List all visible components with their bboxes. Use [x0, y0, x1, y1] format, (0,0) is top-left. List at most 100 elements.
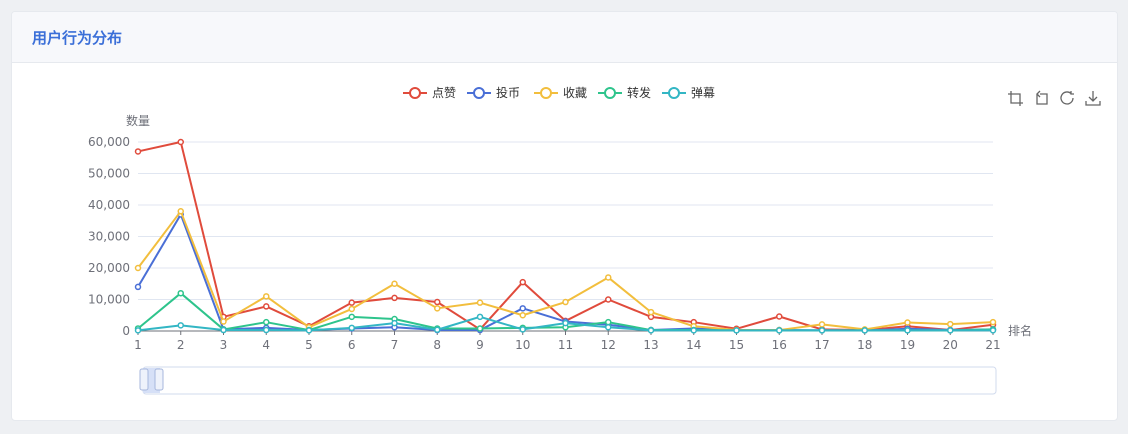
data-point — [605, 296, 612, 303]
data-point — [776, 313, 783, 320]
line-chart: 0 10,000 20,000 30,000 40,000 50,000 60,000 数量 1… — [88, 85, 1101, 395]
download-icon[interactable] — [1085, 91, 1101, 106]
data-point — [605, 318, 612, 326]
data-point — [647, 327, 655, 334]
x-tick-label: 3 — [220, 338, 228, 352]
legend-item[interactable]: 投币 — [496, 85, 520, 100]
legend-swatch-marker[interactable] — [668, 87, 680, 99]
zoom-icon[interactable] — [1008, 91, 1023, 106]
data-point — [348, 299, 355, 306]
x-tick-label: 19 — [900, 338, 915, 352]
data-point — [391, 294, 398, 302]
series-line-投币 — [137, 213, 994, 332]
zoom-reset-icon-shape — [1036, 90, 1048, 105]
data-point — [263, 326, 270, 334]
x-tick-label: 2 — [177, 338, 185, 352]
x-tick-label: 10 — [515, 338, 530, 352]
data-point — [305, 327, 313, 334]
data-point — [562, 319, 569, 327]
data-point — [818, 321, 826, 328]
data-point — [605, 274, 612, 281]
legend-item[interactable]: 收藏 — [563, 86, 587, 100]
zoom-reset-icon[interactable] — [1036, 90, 1048, 105]
legend-item[interactable]: 弹幕 — [691, 86, 715, 100]
data-point — [861, 327, 868, 334]
data-point — [177, 322, 184, 329]
data-point — [519, 312, 526, 319]
chart-card: 用户行为分布 0 10,000 20,000 30,000 40,000 50,000 60… — [11, 11, 1118, 421]
data-point — [263, 303, 270, 310]
legend-item[interactable]: 点赞 — [432, 86, 456, 100]
x-tick-label: 1 — [134, 338, 142, 352]
x-tick-label: 9 — [476, 338, 484, 352]
datazoom-track[interactable] — [142, 366, 997, 395]
x-tick-label: 16 — [772, 338, 787, 352]
data-point — [263, 318, 270, 326]
x-tick-label: 8 — [433, 338, 441, 352]
data-point — [947, 320, 954, 328]
datazoom-handle-left[interactable] — [139, 368, 149, 391]
x-axis-label: 排名 — [1008, 323, 1032, 338]
data-point — [177, 138, 184, 146]
data-point — [947, 327, 954, 334]
data-point — [989, 327, 997, 334]
data-point — [605, 323, 612, 331]
data-point — [177, 289, 184, 297]
x-tick-label: 20 — [943, 338, 958, 352]
data-point — [989, 318, 997, 326]
x-tick-label: 18 — [857, 338, 872, 352]
data-point — [476, 325, 484, 332]
data-point — [434, 305, 441, 312]
y-tick-label: 60,000 — [88, 135, 130, 149]
y-tick-label: 40,000 — [88, 198, 130, 212]
y-axis-label: 数量 — [126, 113, 150, 128]
x-tick-label: 5 — [305, 338, 313, 352]
datazoom-handle-right[interactable] — [154, 368, 164, 391]
data-point — [647, 308, 655, 316]
data-point — [519, 305, 526, 312]
data-point — [476, 299, 484, 306]
data-point — [519, 278, 526, 286]
legend-swatch-marker[interactable] — [409, 87, 421, 99]
y-tick-label: 0 — [122, 324, 130, 338]
x-tick-label: 15 — [729, 338, 744, 352]
data-point — [690, 327, 697, 334]
download-icon-shape — [1085, 91, 1101, 106]
data-point — [134, 264, 142, 272]
x-tick-label: 13 — [643, 338, 658, 352]
data-point — [263, 293, 270, 300]
y-tick-label: 50,000 — [88, 167, 130, 181]
series-line-收藏 — [137, 210, 994, 332]
y-tick-label: 10,000 — [88, 293, 130, 307]
legend-swatch-marker[interactable] — [540, 87, 552, 99]
data-point — [562, 298, 569, 306]
legend-item[interactable]: 转发 — [627, 85, 651, 100]
y-tick-label: 30,000 — [88, 230, 130, 244]
restore-icon[interactable] — [1060, 91, 1074, 105]
data-point — [818, 327, 826, 334]
data-point — [220, 326, 227, 334]
data-point — [733, 327, 740, 334]
data-point — [476, 313, 484, 321]
data-point — [904, 319, 911, 326]
y-tick-label: 20,000 — [88, 261, 130, 275]
data-point — [220, 318, 227, 325]
x-tick-label: 17 — [814, 338, 829, 352]
data-point — [348, 313, 355, 321]
zoom-icon-shape — [1008, 91, 1023, 106]
data-point — [391, 319, 398, 327]
data-point — [348, 324, 355, 332]
x-tick-label: 7 — [391, 338, 399, 352]
data-point — [391, 280, 398, 287]
data-point — [348, 305, 355, 313]
x-tick-label: 21 — [985, 338, 1000, 352]
data-point — [134, 148, 142, 155]
legend-swatch-marker[interactable] — [604, 87, 616, 99]
x-tick-label: 12 — [601, 338, 616, 352]
data-point — [776, 327, 783, 334]
data-point — [434, 326, 441, 333]
x-tick-label: 6 — [348, 338, 356, 352]
data-point — [177, 208, 184, 215]
data-point — [134, 283, 142, 291]
legend-swatch-marker[interactable] — [473, 87, 485, 99]
